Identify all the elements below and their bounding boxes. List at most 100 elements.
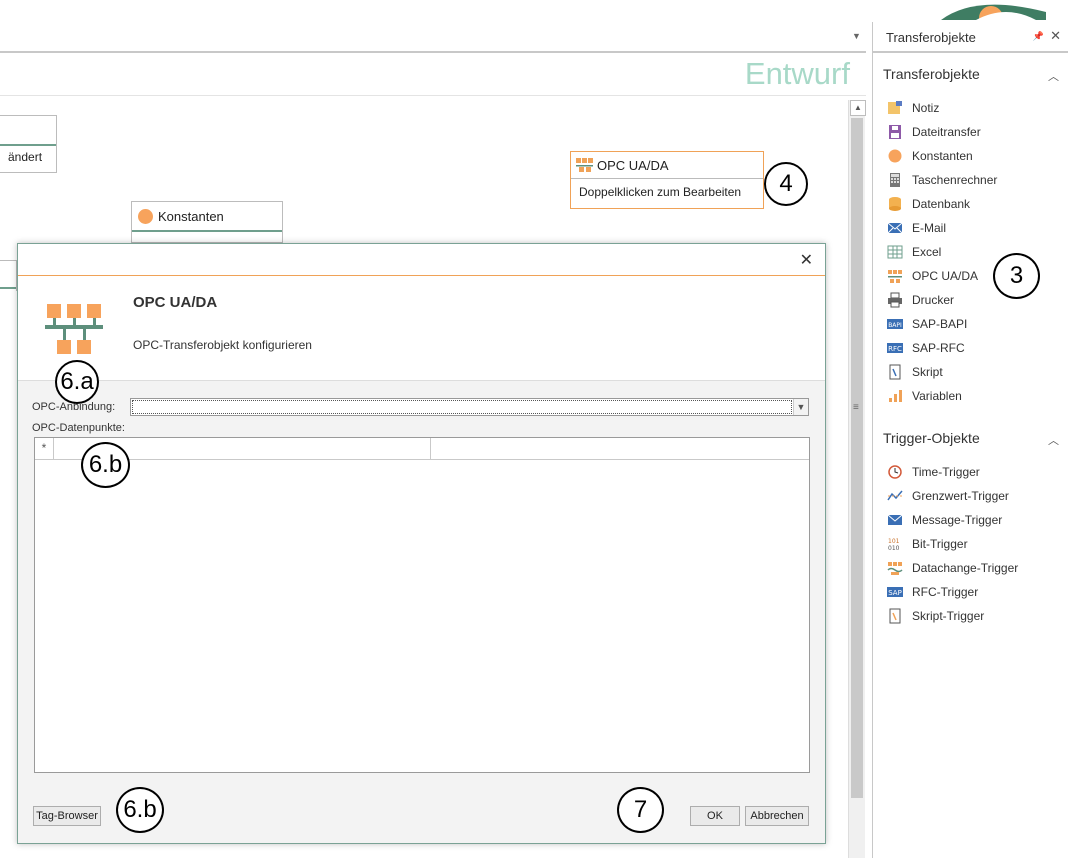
node-header [0,116,56,146]
panel-item-file-transfer[interactable]: Dateitransfer [887,122,981,142]
panel-item-label: Skript-Trigger [912,609,985,623]
close-icon[interactable]: ✕ [1050,28,1061,44]
sap-rfc-icon: RFC [887,340,903,356]
new-row-marker: * [35,438,54,459]
flow-node-opc[interactable]: OPC UA/DA Doppelklicken zum Bearbeiten [570,151,764,209]
dialog-title: OPC UA/DA [133,294,218,311]
panel-item-label: SAP-RFC [912,341,965,355]
grid-new-row[interactable]: * [35,438,809,460]
panel-item-excel[interactable]: Excel [887,242,941,262]
file-transfer-icon [887,124,903,140]
panel-item-label: Variablen [912,389,962,403]
opc-large-icon [45,304,103,359]
panel-item-label: Excel [912,245,942,259]
panel-item-label: SAP-BAPI [912,317,968,331]
printer-icon [887,292,903,308]
node-text: ändert [8,150,43,164]
database-icon [887,196,903,212]
panel-item-label: Time-Trigger [912,465,980,479]
panel-item-sap-bapi[interactable]: BAPI SAP-BAPI [887,314,967,334]
node-header: Konstanten [132,202,282,232]
bit-trigger-icon: 101 010 [887,536,903,552]
panel-tab: Transferobjekte 📌 ✕ [873,22,1068,53]
rfc-trigger-icon: SAP [887,584,903,600]
panel-item-label: Grenzwert-Trigger [912,489,1009,503]
svg-text:101: 101 [888,538,900,545]
svg-text:BAPI: BAPI [888,322,902,329]
grid-column-divider [430,438,431,459]
annotation-4: 4 [764,162,808,206]
panel-item-label: RFC-Trigger [912,585,979,599]
panel-item-threshold-trigger[interactable]: Grenzwert-Trigger [887,486,1009,506]
panel-item-label: Skript [912,365,943,379]
script-icon [887,364,903,380]
dialog-body: OPC-Anbindung: ▼ OPC-Datenpunkte: * Tag-… [18,381,825,843]
scroll-grip-icon: ≡ [853,402,859,413]
panel-item-email[interactable]: E-Mail [887,218,946,238]
datapoints-grid[interactable]: * [34,437,810,773]
threshold-trigger-icon [887,488,903,504]
node-title: Konstanten [158,208,224,224]
node-title: OPC UA/DA [597,157,669,173]
panel-item-script-trigger[interactable]: Skript-Trigger [887,606,984,626]
scroll-up-icon[interactable]: ▲ [850,100,866,116]
node-header: OPC UA/DA [571,152,763,179]
panel-item-datachange-trigger[interactable]: Datachange-Trigger [887,558,1018,578]
flow-node-partial[interactable]: ändert [0,115,57,173]
panel-item-label: Message-Trigger [912,513,1003,527]
panel-item-constant[interactable]: Konstanten [887,146,973,166]
panel-item-message-trigger[interactable]: Message-Trigger [887,510,1002,530]
panel-item-rfc-trigger[interactable]: SAP RFC-Trigger [887,582,978,602]
excel-icon [887,244,903,260]
datachange-trigger-icon [887,560,903,576]
panel-item-script[interactable]: Skript [887,362,943,382]
node-header-line [0,287,16,289]
chevron-up-icon[interactable]: ︿ [1048,68,1059,84]
view-dropdown-icon[interactable]: ▼ [852,31,861,41]
app-logo [936,0,1046,20]
canvas-scrollbar[interactable]: ▲ ≡ [848,100,866,858]
panel-item-note[interactable]: Notiz [887,98,939,118]
tag-browser-button[interactable]: Tag-Browser [33,806,101,826]
message-trigger-icon [887,512,903,528]
email-icon [887,220,903,236]
note-icon [887,100,903,116]
panel-item-time-trigger[interactable]: Time-Trigger [887,462,980,482]
dialog-header: OPC UA/DA OPC-Transferobjekt konfigurier… [18,276,825,381]
panel-item-calculator[interactable]: Taschenrechner [887,170,997,190]
datapoints-label: OPC-Datenpunkte: [32,422,125,434]
dialog-titlebar: ✕ [18,244,825,276]
annotation-6b-grid: 6.b [81,442,130,488]
constant-icon [887,148,903,164]
draft-label: Entwurf [744,56,850,91]
section-title-transfer: Transferobjekte [883,66,980,82]
panel-item-label: OPC UA/DA [912,269,979,283]
canvas-divider [0,95,866,96]
cancel-button[interactable]: Abbrechen [745,806,809,826]
panel-item-label: Drucker [912,293,955,307]
opc-icon [576,158,594,172]
scrollbar-thumb[interactable] [851,118,863,798]
ok-button[interactable]: OK [690,806,740,826]
constant-icon [138,208,153,224]
panel-item-variables[interactable]: Variablen [887,386,962,406]
flow-node-konstanten[interactable]: Konstanten [131,201,283,243]
script-trigger-icon [887,608,903,624]
panel-item-printer[interactable]: Drucker [887,290,954,310]
calculator-icon [887,172,903,188]
connection-select[interactable]: ▼ [130,398,809,416]
transfer-objects-panel: Transferobjekte 📌 ✕ Transferobjekte ︿ No… [872,22,1068,858]
panel-item-database[interactable]: Datenbank [887,194,970,214]
close-icon[interactable]: ✕ [800,250,813,270]
panel-item-opc[interactable]: OPC UA/DA [887,266,978,286]
panel-item-bit-trigger[interactable]: 101 010 Bit-Trigger [887,534,968,554]
panel-item-label: Notiz [912,101,940,115]
sap-bapi-icon: BAPI [887,316,903,332]
panel-item-label: Konstanten [912,149,973,163]
chevron-up-icon[interactable]: ︿ [1048,432,1059,448]
chevron-down-icon[interactable]: ▼ [793,399,808,415]
annotation-6b-button: 6.b [116,787,164,833]
panel-item-sap-rfc[interactable]: RFC SAP-RFC [887,338,965,358]
section-title-trigger: Trigger-Objekte [883,430,980,446]
pin-icon[interactable]: 📌 [1033,31,1044,42]
